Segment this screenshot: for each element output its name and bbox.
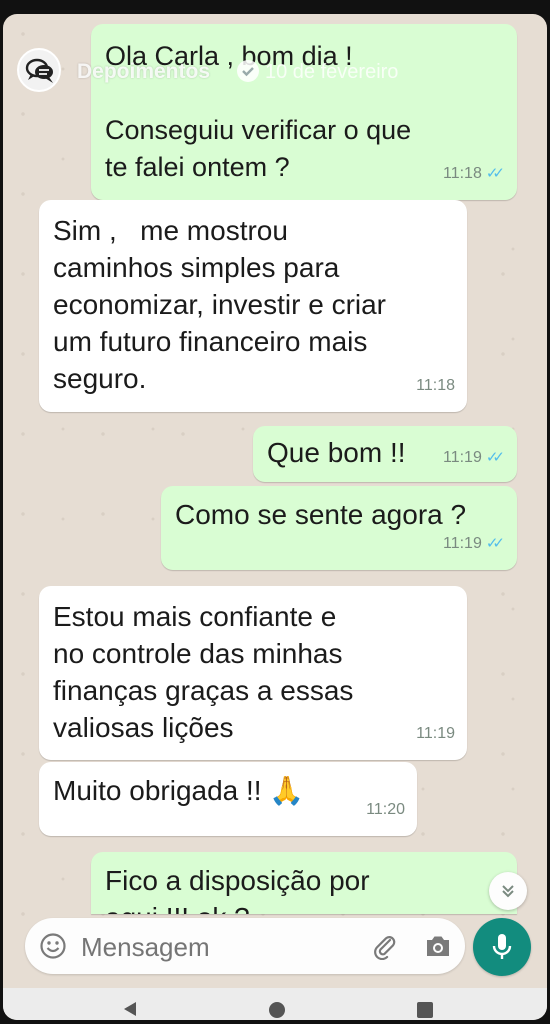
message-time: 11:19	[416, 725, 455, 742]
home-icon[interactable]	[269, 1002, 285, 1018]
message-meta: 11:18	[416, 367, 455, 404]
message-meta: 11:19	[416, 715, 455, 752]
microphone-icon	[492, 934, 512, 959]
message-time: 11:19	[443, 535, 482, 552]
message-input[interactable]	[79, 928, 363, 966]
story-header: Depoimentos 10 de fevereiro	[3, 48, 547, 100]
message-bubble-incoming[interactable]: Sim , me mostrou caminhos simples para e…	[39, 200, 467, 412]
back-icon[interactable]	[121, 1000, 139, 1018]
avatar[interactable]	[17, 48, 61, 92]
system-nav-bar	[3, 988, 547, 1020]
message-text: Estou mais confiante e no controle das m…	[53, 601, 354, 743]
message-time: 11:18	[443, 165, 482, 182]
message-composer	[25, 918, 465, 974]
chat-bubbles-icon	[25, 58, 53, 83]
read-ticks-icon: ✓✓	[485, 449, 505, 466]
message-text: Muito obrigada !! 🙏	[53, 775, 305, 806]
message-bubble-outgoing[interactable]: Que bom !! 11:19 ✓✓	[253, 426, 517, 482]
message-bubble-incoming[interactable]: Muito obrigada !! 🙏 11:20	[39, 762, 417, 836]
recent-apps-icon[interactable]	[417, 1002, 433, 1018]
message-bubble-outgoing[interactable]: Como se sente agora ? 11:19 ✓✓	[161, 486, 517, 570]
message-text: Sim , me mostrou caminhos simples para e…	[53, 215, 387, 394]
phone-screen: Ola Carla , bom dia ! Conseguiu verifica…	[3, 14, 547, 1020]
emoji-icon[interactable]	[39, 932, 67, 960]
read-ticks-icon: ✓✓	[485, 165, 505, 182]
double-chevron-down-icon	[502, 885, 514, 898]
message-bubble-outgoing[interactable]: Fico a disposição por aqui !!! ok ?	[91, 852, 517, 914]
story-account-name[interactable]: Depoimentos	[77, 60, 210, 84]
verified-badge-icon	[237, 60, 259, 82]
scroll-to-bottom-button[interactable]	[489, 872, 527, 910]
paperclip-icon[interactable]	[371, 932, 399, 960]
story-date: 10 de fevereiro	[265, 61, 399, 83]
message-text: Fico a disposição por aqui !!! ok ?	[105, 865, 370, 914]
read-ticks-icon: ✓✓	[485, 535, 505, 552]
message-meta: 11:18 ✓✓	[443, 155, 505, 192]
message-meta: 11:19 ✓✓	[443, 525, 505, 562]
message-time: 11:18	[416, 377, 455, 394]
message-time: 11:19	[443, 449, 482, 466]
camera-icon[interactable]	[424, 933, 452, 959]
message-meta: 11:19 ✓✓	[443, 439, 505, 476]
message-time: 11:20	[366, 801, 405, 818]
message-bubble-incoming[interactable]: Estou mais confiante e no controle das m…	[39, 586, 467, 760]
message-meta: 11:20	[366, 791, 405, 828]
microphone-button[interactable]	[473, 918, 531, 976]
